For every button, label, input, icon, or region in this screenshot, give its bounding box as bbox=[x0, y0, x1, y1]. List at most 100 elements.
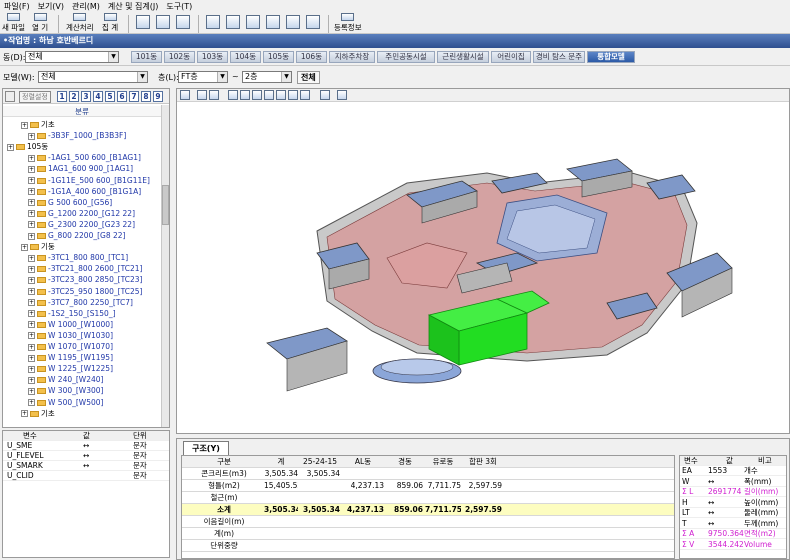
tab-3[interactable]: 103동 bbox=[197, 51, 228, 63]
building-3d-model[interactable] bbox=[177, 103, 789, 433]
layer-icon[interactable] bbox=[197, 90, 207, 100]
tool-button-8[interactable] bbox=[286, 13, 300, 33]
tree-item[interactable]: + -1G1A_400 600_[B1G1A] bbox=[28, 186, 141, 197]
floor-to-select[interactable]: 2층 ▼ bbox=[242, 71, 292, 83]
expand-icon[interactable]: + bbox=[28, 199, 35, 207]
expand-icon[interactable]: + bbox=[28, 332, 35, 340]
variable-row[interactable]: Σ A 9750.364 면적(m2) bbox=[680, 529, 786, 539]
tab-8[interactable]: 주민공동시설 bbox=[377, 51, 435, 63]
tree-item[interactable]: +1AG1_600 900_[1AG1] bbox=[28, 163, 133, 174]
all-floors-button[interactable]: 전체 bbox=[297, 71, 320, 84]
property-row[interactable]: U_FLEVEL ↔ 문자 bbox=[3, 451, 169, 461]
cube-icon[interactable] bbox=[228, 90, 238, 100]
floor-from-select[interactable]: FT층 ▼ bbox=[178, 71, 228, 83]
tab-4[interactable]: 104동 bbox=[230, 51, 261, 63]
tree-item[interactable]: + G_1200 2200_[G12 22] bbox=[28, 208, 135, 219]
tree-item[interactable]: + 기초 bbox=[21, 119, 55, 130]
expand-icon[interactable]: + bbox=[7, 143, 14, 151]
tab-5[interactable]: 105동 bbox=[263, 51, 294, 63]
expand-icon[interactable]: + bbox=[28, 288, 35, 295]
sum-button[interactable]: 집 계 bbox=[102, 13, 118, 33]
expand-icon[interactable]: + bbox=[28, 299, 35, 307]
tree-item[interactable]: + -1G11E_500 600_[B1G11E] bbox=[28, 175, 150, 186]
scroll-thumb[interactable] bbox=[162, 185, 169, 225]
tree-item[interactable]: + 기초 bbox=[21, 408, 55, 419]
cube-icon[interactable] bbox=[264, 90, 274, 100]
property-row[interactable]: U_SME ↔ 문자 bbox=[3, 441, 169, 451]
expand-icon[interactable]: + bbox=[28, 354, 35, 362]
tree-item[interactable]: + W 1000_[W1000] bbox=[28, 319, 113, 330]
level-button-9[interactable]: 9 bbox=[153, 91, 163, 102]
zoom-icon[interactable] bbox=[180, 90, 190, 100]
tree-scrollbar[interactable] bbox=[161, 105, 169, 427]
register-info-button[interactable]: 등록정보 bbox=[334, 13, 362, 33]
level-button-2[interactable]: 2 bbox=[69, 91, 79, 102]
grid-row[interactable]: 이음길이(m) bbox=[182, 516, 674, 528]
variable-row[interactable]: EA 1553 개수 bbox=[680, 466, 786, 476]
level-button-5[interactable]: 5 bbox=[105, 91, 115, 102]
cube-icon[interactable] bbox=[288, 90, 298, 100]
tree-item[interactable]: + W 1070_[W1070] bbox=[28, 341, 113, 352]
expand-icon[interactable]: + bbox=[28, 210, 35, 218]
tab-11[interactable]: 경비 탐스 문주 bbox=[533, 51, 585, 63]
expand-icon[interactable]: + bbox=[28, 177, 35, 184]
tree-item[interactable]: + G_800 2200_[G8 22] bbox=[28, 230, 125, 241]
cube-icon[interactable] bbox=[276, 90, 286, 100]
cube-icon[interactable] bbox=[240, 90, 250, 100]
expand-icon[interactable]: + bbox=[28, 399, 35, 406]
grid-row[interactable]: 형틀(m2) 15,405.52 4,237.13 859.06 7,711.75 2,5… bbox=[182, 480, 674, 492]
grid-row[interactable]: 단위중량 bbox=[182, 540, 674, 552]
property-row[interactable]: U_SMARK ↔ 문자 bbox=[3, 461, 169, 471]
tool-button-3[interactable] bbox=[176, 13, 190, 33]
expand-icon[interactable]: + bbox=[28, 265, 35, 273]
expand-icon[interactable]: + bbox=[28, 321, 35, 329]
menu-view[interactable]: 보기(V) bbox=[34, 1, 68, 12]
menu-calc[interactable]: 계산 및 집계(J) bbox=[104, 1, 163, 12]
tree-item[interactable]: + -3TC21_800 2600_[TC21] bbox=[28, 263, 142, 274]
tree-item[interactable]: +105동 bbox=[7, 141, 48, 152]
tree-item[interactable]: + W 500_[W500] bbox=[28, 397, 103, 408]
sort-setting-button[interactable]: 정렬설정 bbox=[19, 91, 51, 103]
expand-icon[interactable]: + bbox=[28, 188, 35, 196]
text-icon[interactable] bbox=[209, 90, 219, 100]
tab-10[interactable]: 어린이집 bbox=[491, 51, 531, 63]
variable-row[interactable]: W ↔ 폭(mm) bbox=[680, 477, 786, 487]
menu-manage[interactable]: 관리(M) bbox=[68, 1, 104, 12]
grid-row[interactable]: 콘크리트(m3) 3,505.34 3,505.34 bbox=[182, 468, 674, 480]
level-button-1[interactable]: 1 bbox=[57, 91, 67, 102]
tree-item[interactable]: + W 240_[W240] bbox=[28, 374, 103, 385]
tool-button-9[interactable] bbox=[306, 13, 320, 33]
cube-icon[interactable] bbox=[252, 90, 262, 100]
expand-icon[interactable]: + bbox=[21, 243, 28, 251]
variable-row[interactable]: LT ↔ 둘레(mm) bbox=[680, 508, 786, 518]
tree-item[interactable]: + W 1030_[W1030] bbox=[28, 330, 113, 341]
tree-item[interactable]: + -3TC1_800 800_[TC1] bbox=[28, 252, 128, 263]
list-icon[interactable] bbox=[320, 90, 330, 100]
level-button-8[interactable]: 8 bbox=[141, 91, 151, 102]
calc-button[interactable]: 계산처리 bbox=[66, 13, 94, 33]
tree-item[interactable]: + -1AG1_500 600_[B1AG1] bbox=[28, 152, 141, 163]
expand-icon[interactable]: + bbox=[28, 132, 35, 140]
level-button-4[interactable]: 4 bbox=[93, 91, 103, 102]
tree-item[interactable]: + -3TC23_800 2850_[TC23] bbox=[28, 274, 142, 285]
expand-icon[interactable]: + bbox=[28, 343, 35, 351]
variable-row[interactable]: Σ V 3544.242 Volume bbox=[680, 540, 786, 550]
tab-7[interactable]: 지하주차장 bbox=[329, 51, 375, 63]
grid-row[interactable]: 계(m) bbox=[182, 528, 674, 540]
level-button-3[interactable]: 3 bbox=[81, 91, 91, 102]
tree-item[interactable]: + -1S2_150_[S150_] bbox=[28, 308, 116, 319]
property-row[interactable]: U_CLID 문자 bbox=[3, 471, 169, 481]
tool-button-1[interactable] bbox=[136, 13, 150, 33]
open-button[interactable]: 열 기 bbox=[32, 13, 48, 33]
expand-icon[interactable]: + bbox=[28, 376, 35, 384]
variable-row[interactable]: Σ L 2691774 길이(mm) bbox=[680, 487, 786, 497]
expand-icon[interactable]: + bbox=[28, 276, 35, 284]
expand-icon[interactable] bbox=[5, 91, 15, 102]
tree-item[interactable]: + G 500 600_[G56] bbox=[28, 197, 112, 208]
tree-item[interactable]: + -3TC25_950 1800_[TC25] bbox=[28, 286, 142, 297]
expand-icon[interactable]: + bbox=[28, 165, 35, 173]
expand-icon[interactable]: + bbox=[21, 121, 28, 129]
tree-item[interactable]: + W 1225_[W1225] bbox=[28, 363, 113, 374]
menu-tools[interactable]: 도구(T) bbox=[162, 1, 196, 12]
model-3d-viewport[interactable] bbox=[176, 88, 790, 434]
